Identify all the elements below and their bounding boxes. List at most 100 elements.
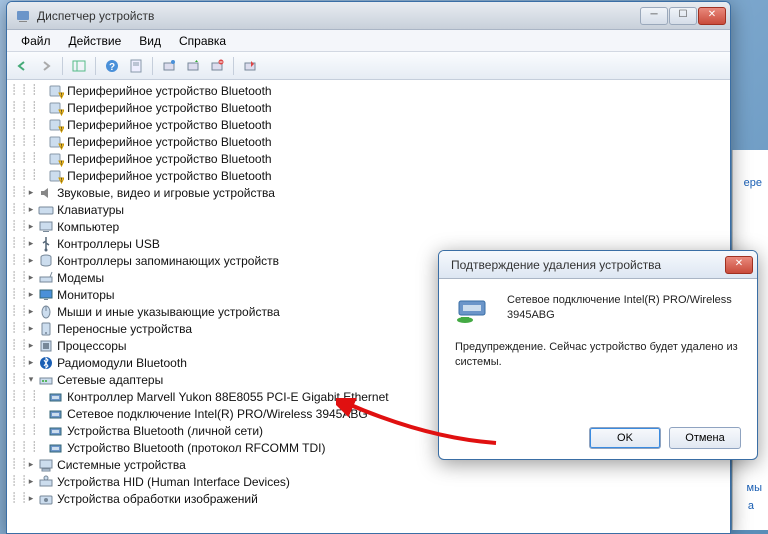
collapse-icon[interactable]: ▾: [26, 375, 36, 385]
tree-item-label: Периферийное устройство Bluetooth: [67, 135, 271, 149]
tree-item-label: Мыши и иные указывающие устройства: [57, 305, 280, 319]
tree-indent: ┊ ┊: [11, 459, 26, 470]
tree-indent: ┊ ┊: [11, 255, 26, 266]
expand-icon[interactable]: ▸: [26, 188, 36, 198]
tree-indent: ┊ ┊ ┊: [11, 170, 36, 181]
tree-item-label: Процессоры: [57, 339, 127, 353]
expand-icon[interactable]: ▸: [26, 358, 36, 368]
disable-button[interactable]: [239, 55, 261, 77]
expand-icon[interactable]: ▸: [26, 324, 36, 334]
tree-leaf: [36, 171, 46, 181]
back-button[interactable]: [11, 55, 33, 77]
tree-item-label: Периферийное устройство Bluetooth: [67, 118, 271, 132]
computer-icon: [38, 219, 54, 235]
bg-text: ере: [744, 177, 762, 189]
tree-row[interactable]: ┊ ┊▸Устройства HID (Human Interface Devi…: [7, 473, 730, 490]
menu-help[interactable]: Справка: [171, 32, 234, 50]
hid-icon: [38, 474, 54, 490]
tree-item-label: Периферийное устройство Bluetooth: [67, 101, 271, 115]
titlebar[interactable]: Диспетчер устройств ─ ☐ ✕: [7, 2, 730, 30]
bt-icon: [38, 355, 54, 371]
scan-button[interactable]: [158, 55, 180, 77]
nic-icon: [48, 423, 64, 439]
tree-item-label: Модемы: [57, 271, 104, 285]
dialog-body: Сетевое подключение Intel(R) PRO/Wireles…: [439, 279, 757, 459]
menu-file[interactable]: Файл: [13, 32, 59, 50]
tree-indent: ┊ ┊ ┊: [11, 153, 36, 164]
svg-text:?: ?: [109, 62, 115, 73]
network-adapter-icon: [455, 293, 495, 328]
tree-indent: ┊ ┊: [11, 187, 26, 198]
tree-indent: ┊ ┊: [11, 357, 26, 368]
dialog-titlebar[interactable]: Подтверждение удаления устройства ✕: [439, 251, 757, 279]
tree-item-label: Системные устройства: [57, 458, 186, 472]
expand-icon[interactable]: ▸: [26, 341, 36, 351]
tree-row[interactable]: ┊ ┊▸Компьютер: [7, 218, 730, 235]
tree-item-label: Устройства Bluetooth (личной сети): [67, 424, 263, 438]
tree-indent: ┊ ┊ ┊: [11, 119, 36, 130]
tree-leaf: [36, 154, 46, 164]
window-buttons: ─ ☐ ✕: [640, 7, 726, 25]
tree-leaf: [36, 392, 46, 402]
dialog-close-button[interactable]: ✕: [725, 256, 753, 274]
window-title: Диспетчер устройств: [37, 9, 640, 23]
tree-row[interactable]: ┊ ┊ ┊!Периферийное устройство Bluetooth: [7, 167, 730, 184]
tree-item-label: Звуковые, видео и игровые устройства: [57, 186, 275, 200]
tree-indent: ┊ ┊ ┊: [11, 442, 36, 453]
cancel-button[interactable]: Отмена: [669, 427, 741, 449]
menubar: Файл Действие Вид Справка: [7, 30, 730, 52]
expand-icon[interactable]: ▸: [26, 477, 36, 487]
help-button[interactable]: ?: [101, 55, 123, 77]
maximize-button[interactable]: ☐: [669, 7, 697, 25]
forward-button[interactable]: [35, 55, 57, 77]
tree-row[interactable]: ┊ ┊ ┊!Периферийное устройство Bluetooth: [7, 133, 730, 150]
nic-icon: [48, 389, 64, 405]
tree-row[interactable]: ┊ ┊ ┊!Периферийное устройство Bluetooth: [7, 99, 730, 116]
tree-row[interactable]: ┊ ┊▸ Звуковые, видео и игровые устройства: [7, 184, 730, 201]
expand-icon[interactable]: ▸: [26, 222, 36, 232]
menu-action[interactable]: Действие: [61, 32, 130, 50]
tree-indent: ┊ ┊: [11, 272, 26, 283]
tree-item-label: Устройства обработки изображений: [57, 492, 258, 506]
tree-indent: ┊ ┊: [11, 323, 26, 334]
tree-item-label: Клавиатуры: [57, 203, 124, 217]
ok-button[interactable]: OK: [589, 427, 661, 449]
close-button[interactable]: ✕: [698, 7, 726, 25]
expand-icon[interactable]: ▸: [26, 205, 36, 215]
minimize-button[interactable]: ─: [640, 7, 668, 25]
tree-indent: ┊ ┊: [11, 340, 26, 351]
expand-icon[interactable]: ▸: [26, 494, 36, 504]
tree-indent: ┊ ┊: [11, 476, 26, 487]
tree-leaf: [36, 120, 46, 130]
tree-leaf: [36, 137, 46, 147]
tree-row[interactable]: ┊ ┊▸Клавиатуры: [7, 201, 730, 218]
expand-icon[interactable]: ▸: [26, 290, 36, 300]
update-button[interactable]: [182, 55, 204, 77]
properties-button[interactable]: [125, 55, 147, 77]
tree-item-label: Контроллер Marvell Yukon 88E8055 PCI-E G…: [67, 390, 388, 404]
tree-row[interactable]: ┊ ┊ ┊!Периферийное устройство Bluetooth: [7, 150, 730, 167]
tree-leaf: [36, 443, 46, 453]
expand-icon[interactable]: ▸: [26, 239, 36, 249]
tree-row[interactable]: ┊ ┊ ┊!Периферийное устройство Bluetooth: [7, 82, 730, 99]
dialog-warning-text: Предупреждение. Сейчас устройство будет …: [455, 340, 741, 371]
tree-item-label: Контроллеры запоминающих устройств: [57, 254, 279, 268]
tree-row[interactable]: ┊ ┊ ┊!Периферийное устройство Bluetooth: [7, 116, 730, 133]
tree-item-label: Периферийное устройство Bluetooth: [67, 152, 271, 166]
nic-icon: [48, 406, 64, 422]
bt-warn-icon: !: [48, 134, 64, 150]
tree-leaf: [36, 426, 46, 436]
show-button[interactable]: [68, 55, 90, 77]
tree-item-label: Компьютер: [57, 220, 119, 234]
expand-icon[interactable]: ▸: [26, 273, 36, 283]
tree-indent: ┊ ┊ ┊: [11, 408, 36, 419]
bt-warn-icon: !: [48, 151, 64, 167]
expand-icon[interactable]: ▸: [26, 307, 36, 317]
uninstall-button[interactable]: [206, 55, 228, 77]
menu-view[interactable]: Вид: [131, 32, 169, 50]
expand-icon[interactable]: ▸: [26, 460, 36, 470]
tree-row[interactable]: ┊ ┊▸Устройства обработки изображений: [7, 490, 730, 507]
tree-indent: ┊ ┊ ┊: [11, 425, 36, 436]
expand-icon[interactable]: ▸: [26, 256, 36, 266]
tree-indent: ┊ ┊ ┊: [11, 85, 36, 96]
